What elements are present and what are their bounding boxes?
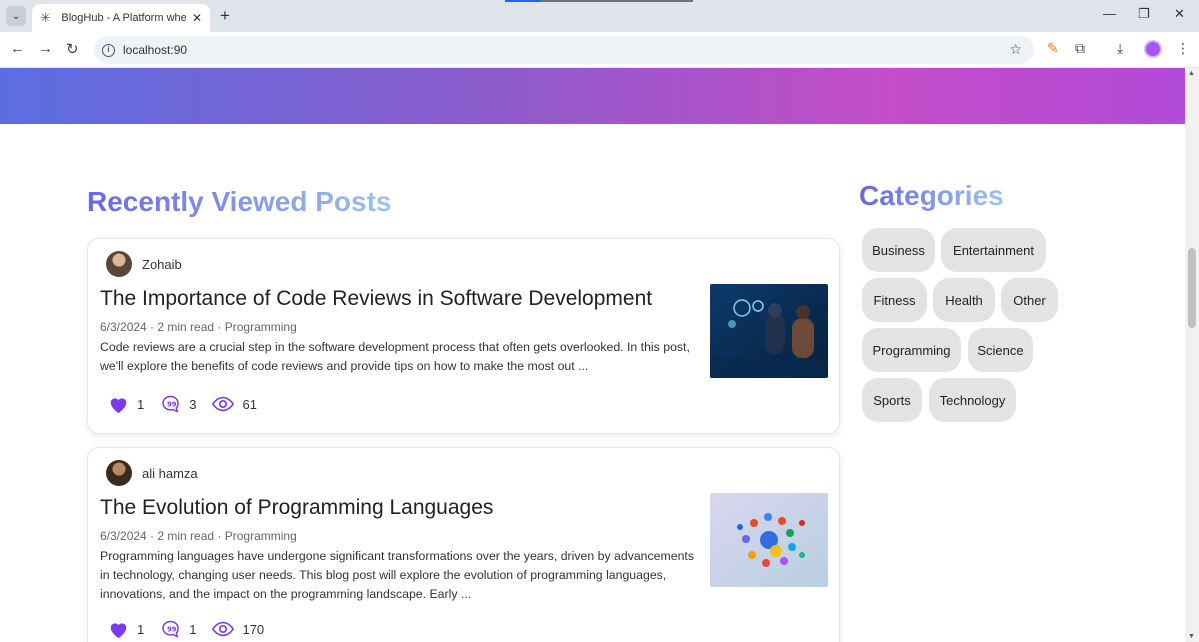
views-stat: 170 [212, 620, 264, 638]
menu-kebab-icon[interactable]: ⋮ [1176, 40, 1190, 57]
tab-list-button[interactable]: ⌄ [6, 6, 26, 26]
post-stats: 1 99 3 61 [108, 394, 273, 414]
browser-tab-bar: ⌄ ✳ BlogHub - A Platform where yo ✕ + — … [0, 0, 1199, 32]
category-chip-programming[interactable]: Programming [862, 328, 961, 372]
pen-extension-icon[interactable]: ✎ [1047, 40, 1059, 57]
page-content: Recently Viewed Posts Zohaib The Importa… [0, 68, 1185, 642]
comments-stat[interactable]: 99 1 [160, 619, 196, 639]
post-stats: 1 99 1 170 [108, 619, 280, 639]
post-thumbnail[interactable] [710, 284, 828, 378]
site-favicon-icon: ✳ [40, 10, 51, 25]
heart-icon [110, 397, 127, 413]
browser-toolbar: ← → ↻ i localhost:90 ☆ ✎ ⧉ ⤓ ⋮ [0, 32, 1199, 68]
likes-count: 1 [137, 396, 145, 412]
scroll-down-icon[interactable]: ▼ [1188, 633, 1195, 640]
hero-banner [0, 68, 1185, 124]
close-window-button[interactable]: ✕ [1174, 6, 1185, 22]
post-excerpt: Code reviews are a crucial step in the s… [100, 340, 690, 373]
download-icon[interactable]: ⤓ [1117, 40, 1123, 57]
category-chip-business[interactable]: Business [862, 228, 935, 272]
category-chip-entertainment[interactable]: Entertainment [941, 228, 1046, 272]
post-author[interactable]: Zohaib [106, 251, 182, 277]
restore-button[interactable]: ❐ [1138, 6, 1150, 22]
scrollbar-thumb[interactable] [1188, 248, 1196, 328]
url-text: localhost:90 [123, 43, 188, 57]
close-tab-icon[interactable]: ✕ [192, 11, 202, 25]
eye-icon [212, 621, 235, 637]
likes-stat[interactable]: 1 [108, 620, 144, 639]
post-author[interactable]: ali hamza [106, 460, 198, 486]
loading-indicator [505, 0, 693, 2]
new-tab-button[interactable]: + [220, 6, 230, 26]
comment-icon: 99 [162, 620, 179, 638]
comments-count: 3 [189, 396, 197, 412]
forward-icon[interactable]: → [38, 40, 53, 57]
category-chip-science[interactable]: Science [968, 328, 1033, 372]
reload-icon[interactable]: ↻ [66, 40, 79, 58]
post-thumbnail[interactable] [710, 493, 828, 587]
views-stat: 61 [212, 395, 257, 413]
post-title[interactable]: The Importance of Code Reviews in Softwa… [100, 287, 652, 311]
category-chip-other[interactable]: Other [1001, 278, 1058, 322]
page-scrollbar[interactable]: ▲ ▼ [1185, 68, 1199, 642]
author-name: ali hamza [142, 465, 198, 481]
post-meta: 6/3/2024 · 2 min read · Programming [100, 320, 297, 334]
minimize-button[interactable]: — [1103, 6, 1116, 21]
profile-avatar[interactable] [1144, 40, 1162, 58]
category-chip-technology[interactable]: Technology [929, 378, 1016, 422]
comment-icon: 99 [162, 395, 179, 413]
post-title[interactable]: The Evolution of Programming Languages [100, 496, 493, 520]
tab-title: BlogHub - A Platform where yo [61, 12, 186, 24]
post-card[interactable]: ali hamza The Evolution of Programming L… [87, 447, 840, 642]
back-icon[interactable]: ← [10, 40, 25, 57]
bookmark-star-icon[interactable]: ☆ [1009, 41, 1022, 58]
categories-title: Categories [859, 180, 1004, 211]
active-tab[interactable]: ✳ BlogHub - A Platform where yo ✕ [32, 4, 210, 32]
views-count: 170 [242, 621, 265, 637]
address-bar[interactable]: i localhost:90 ☆ [94, 36, 1034, 64]
views-count: 61 [242, 396, 257, 412]
likes-stat[interactable]: 1 [108, 395, 144, 414]
post-meta: 6/3/2024 · 2 min read · Programming [100, 529, 297, 543]
site-info-icon[interactable]: i [102, 43, 115, 57]
category-chip-sports[interactable]: Sports [862, 378, 922, 422]
category-chip-fitness[interactable]: Fitness [862, 278, 927, 322]
author-avatar [106, 460, 132, 486]
post-card[interactable]: Zohaib The Importance of Code Reviews in… [87, 238, 840, 434]
comments-count: 1 [189, 621, 197, 637]
category-chip-health[interactable]: Health [933, 278, 995, 322]
recently-viewed-title: Recently Viewed Posts [87, 186, 392, 217]
heart-icon [110, 622, 127, 638]
svg-text:99: 99 [167, 401, 177, 409]
extensions-icon[interactable]: ⧉ [1075, 40, 1085, 57]
svg-text:99: 99 [167, 626, 177, 634]
scroll-up-icon[interactable]: ▲ [1188, 70, 1195, 77]
author-name: Zohaib [142, 256, 182, 272]
eye-icon [212, 396, 235, 412]
author-avatar [106, 251, 132, 277]
comments-stat[interactable]: 99 3 [160, 394, 196, 414]
post-excerpt: Programming languages have undergone sig… [100, 549, 694, 601]
likes-count: 1 [137, 621, 145, 637]
